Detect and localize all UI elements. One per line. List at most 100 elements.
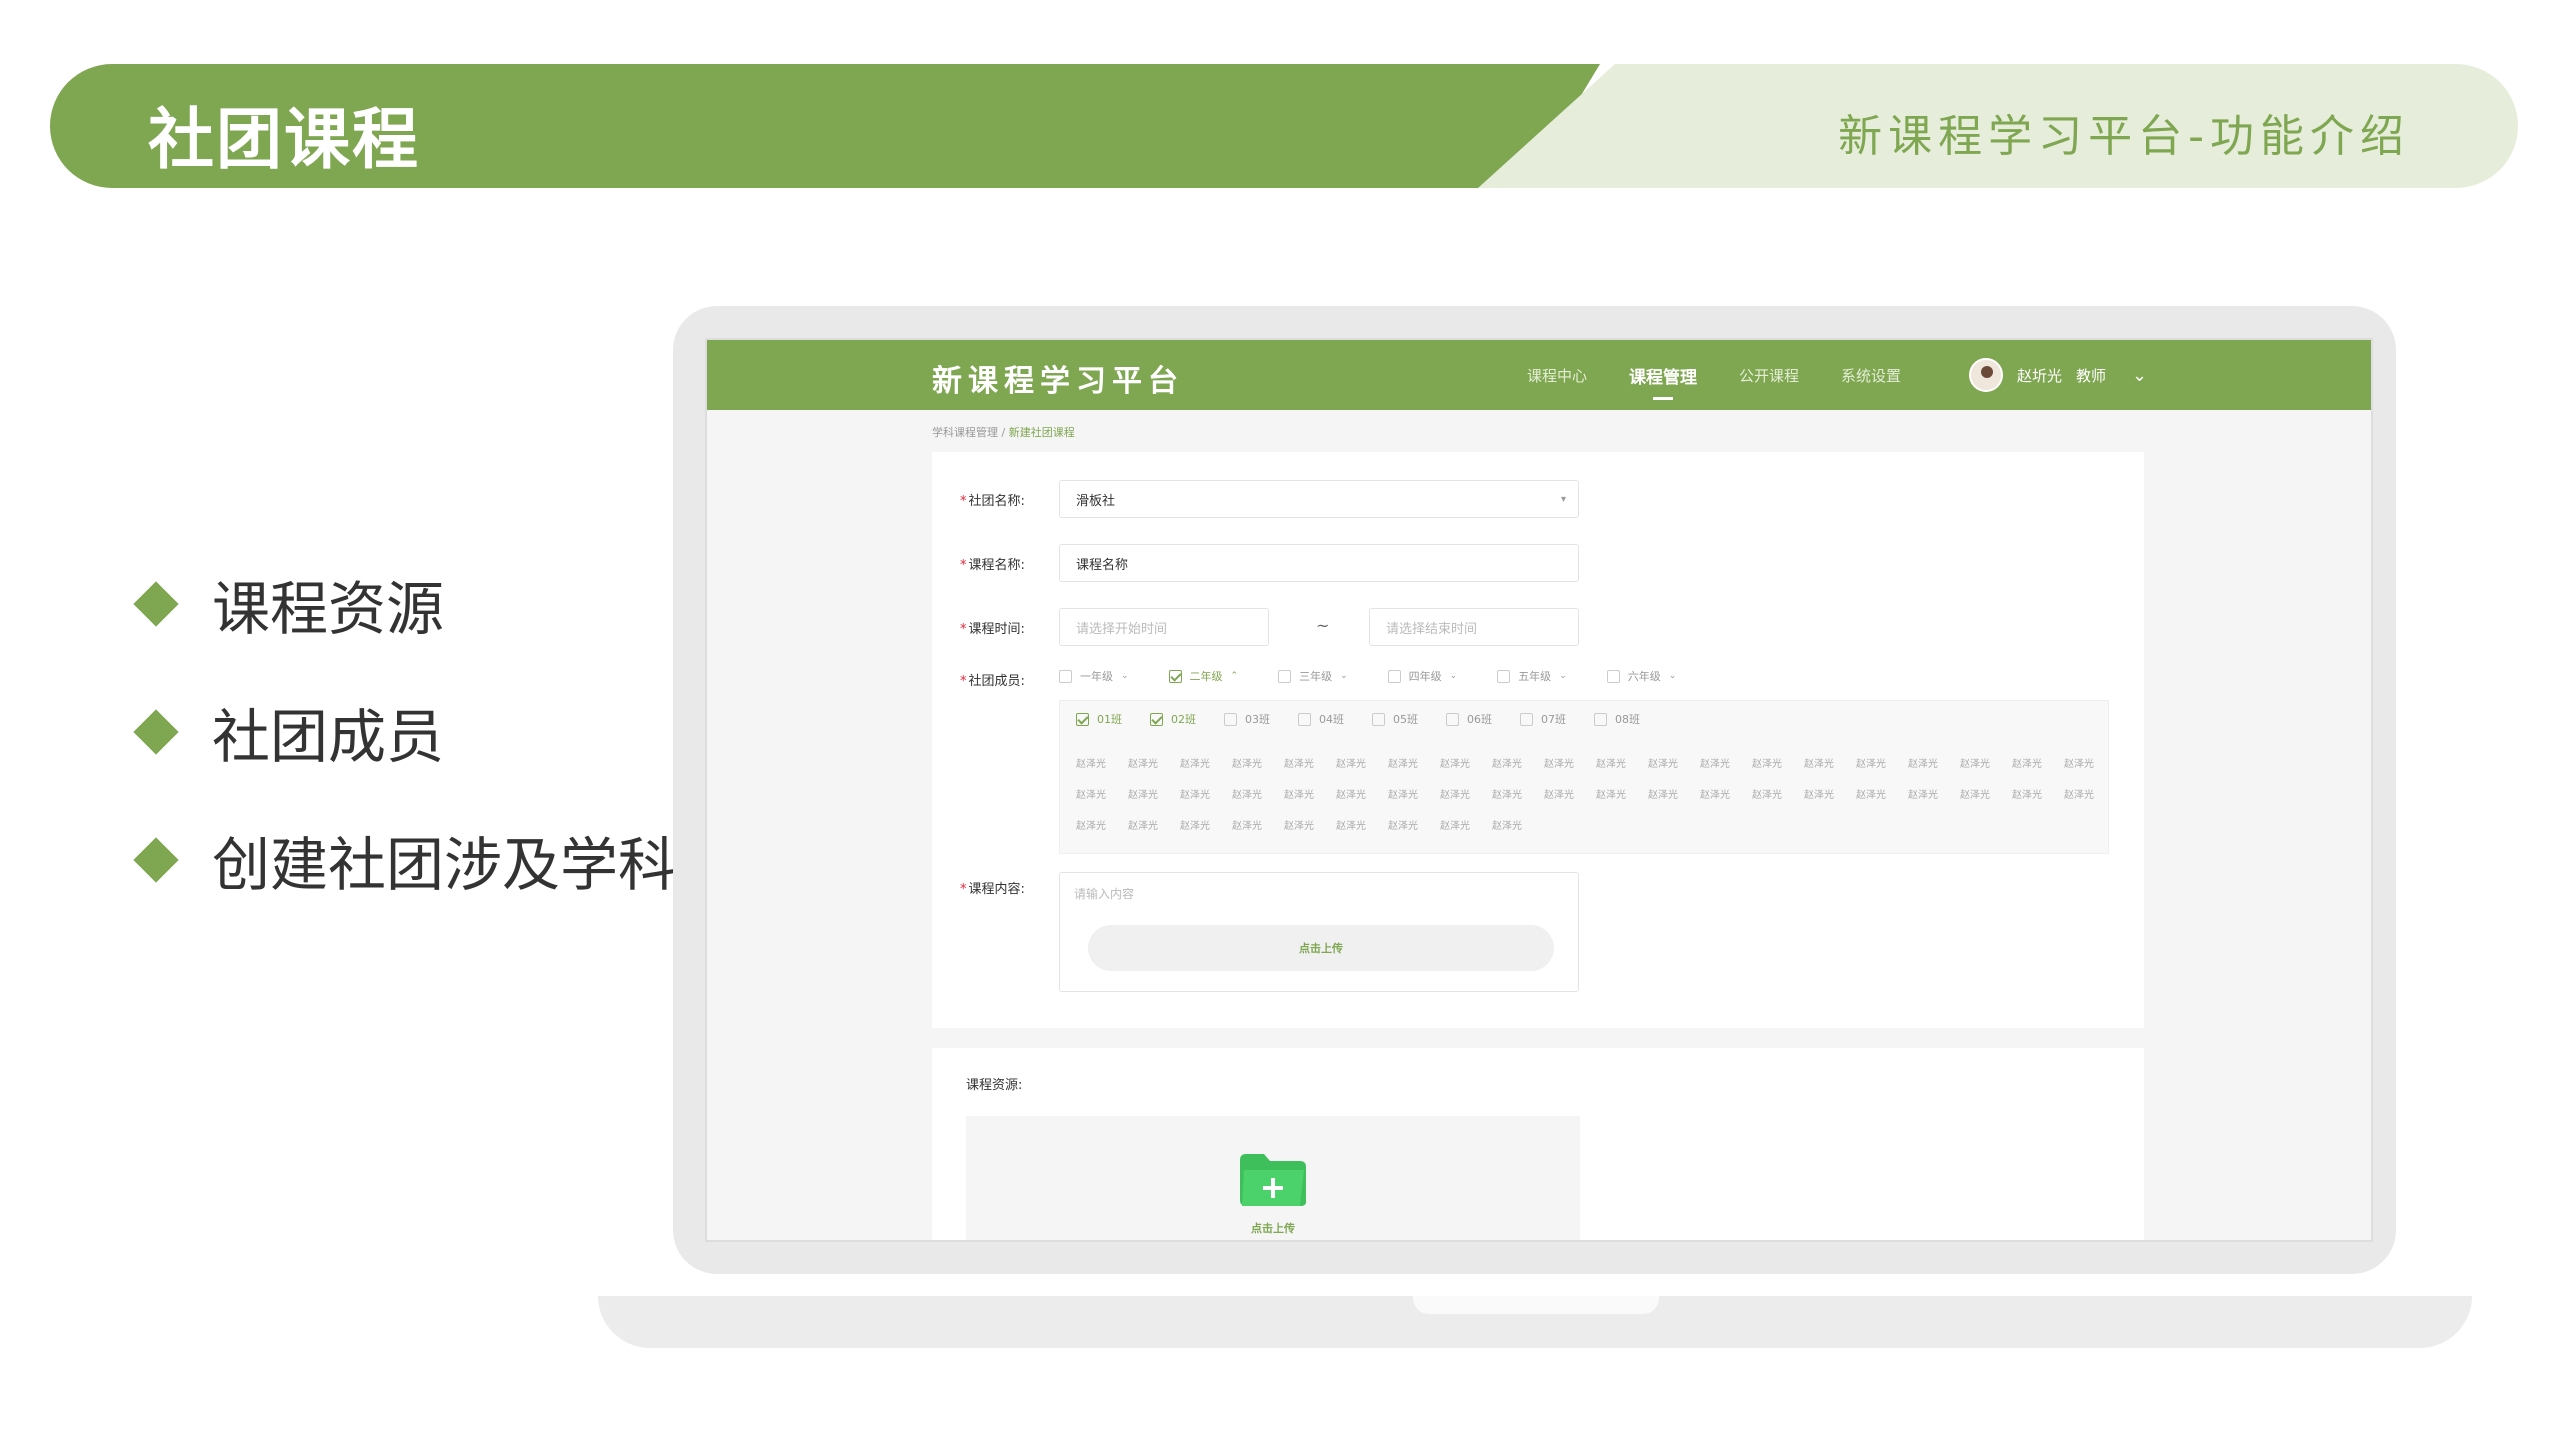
grade-checkbox[interactable]: 三年级 ⌄ xyxy=(1278,668,1348,684)
checkbox-icon[interactable] xyxy=(1372,712,1385,726)
member-name[interactable]: 赵泽光 xyxy=(1544,786,1596,817)
member-name[interactable]: 赵泽光 xyxy=(1440,786,1492,817)
member-name[interactable]: 赵泽光 xyxy=(1336,817,1388,848)
chevron-down-icon[interactable]: ⌄ xyxy=(1450,671,1458,681)
checkbox-icon[interactable] xyxy=(1059,669,1072,683)
nav-course-management[interactable]: 课程管理 xyxy=(1629,363,1697,400)
member-name[interactable]: 赵泽光 xyxy=(1960,786,2012,817)
class-checkbox[interactable]: 01班 xyxy=(1076,711,1122,727)
class-checkbox[interactable]: 06班 xyxy=(1446,711,1492,727)
checkbox-icon[interactable] xyxy=(1387,669,1401,683)
checkbox-icon[interactable] xyxy=(1594,712,1607,726)
member-name[interactable]: 赵泽光 xyxy=(1388,755,1440,786)
member-name[interactable]: 赵泽光 xyxy=(1700,786,1752,817)
member-name[interactable]: 赵泽光 xyxy=(1284,817,1336,848)
club-name-select[interactable]: 滑板社 ▾ xyxy=(1059,480,1579,518)
member-name[interactable]: 赵泽光 xyxy=(1180,817,1232,848)
checkbox-icon[interactable] xyxy=(1168,669,1182,683)
nav-public-courses[interactable]: 公开课程 xyxy=(1739,365,1799,386)
start-time-input[interactable]: 请选择开始时间 xyxy=(1059,608,1269,646)
class-checkbox[interactable]: 07班 xyxy=(1520,711,1566,727)
class-checkbox[interactable]: 04班 xyxy=(1298,711,1344,727)
chevron-up-icon[interactable]: ⌃ xyxy=(1231,671,1239,681)
member-name[interactable]: 赵泽光 xyxy=(1336,786,1388,817)
class-checkbox[interactable]: 02班 xyxy=(1150,711,1196,727)
member-name[interactable]: 赵泽光 xyxy=(1076,786,1128,817)
breadcrumb-parent[interactable]: 学科课程管理 / xyxy=(932,426,1009,439)
member-name[interactable]: 赵泽光 xyxy=(1232,755,1284,786)
member-name[interactable]: 赵泽光 xyxy=(1076,755,1128,786)
member-name[interactable]: 赵泽光 xyxy=(1752,755,1804,786)
class-checkbox[interactable]: 05班 xyxy=(1372,711,1418,727)
checkbox-icon[interactable] xyxy=(1150,712,1163,726)
member-name[interactable]: 赵泽光 xyxy=(1388,817,1440,848)
member-name[interactable]: 赵泽光 xyxy=(1804,786,1856,817)
grade-checkbox[interactable]: 五年级 ⌄ xyxy=(1497,668,1567,684)
member-name[interactable]: 赵泽光 xyxy=(2012,755,2064,786)
chevron-down-icon[interactable]: ⌄ xyxy=(1559,671,1567,681)
nav-system-settings[interactable]: 系统设置 xyxy=(1841,365,1901,386)
member-name[interactable]: 赵泽光 xyxy=(2012,786,2064,817)
class-label: 07班 xyxy=(1541,713,1566,726)
member-name[interactable]: 赵泽光 xyxy=(2064,786,2116,817)
chevron-down-icon[interactable]: ⌄ xyxy=(2132,365,2147,386)
member-name[interactable]: 赵泽光 xyxy=(1856,755,1908,786)
member-name[interactable]: 赵泽光 xyxy=(1076,817,1128,848)
checkbox-icon[interactable] xyxy=(1446,712,1459,726)
member-name[interactable]: 赵泽光 xyxy=(1804,755,1856,786)
member-name[interactable]: 赵泽光 xyxy=(1908,755,1960,786)
content-upload-button[interactable]: 点击上传 xyxy=(1088,925,1554,971)
checkbox-icon[interactable] xyxy=(1606,669,1620,683)
member-name[interactable]: 赵泽光 xyxy=(1492,755,1544,786)
nav-course-center[interactable]: 课程中心 xyxy=(1527,365,1587,386)
member-name[interactable]: 赵泽光 xyxy=(1648,755,1700,786)
grade-checkbox[interactable]: 二年级 ⌃ xyxy=(1168,668,1239,684)
member-name[interactable]: 赵泽光 xyxy=(1596,786,1648,817)
checkbox-icon[interactable] xyxy=(1497,669,1511,683)
member-name[interactable]: 赵泽光 xyxy=(1232,786,1284,817)
checkbox-icon[interactable] xyxy=(1224,712,1237,726)
grade-checkbox[interactable]: 一年级 ⌄ xyxy=(1059,668,1129,684)
checkbox-icon[interactable] xyxy=(1076,712,1089,726)
member-name[interactable]: 赵泽光 xyxy=(1752,786,1804,817)
member-name[interactable]: 赵泽光 xyxy=(1232,817,1284,848)
grade-checkbox[interactable]: 四年级 ⌄ xyxy=(1387,668,1458,684)
member-name[interactable]: 赵泽光 xyxy=(1700,755,1752,786)
member-name[interactable]: 赵泽光 xyxy=(1492,786,1544,817)
member-name[interactable]: 赵泽光 xyxy=(1648,786,1700,817)
checkbox-icon[interactable] xyxy=(1520,712,1533,726)
member-name[interactable]: 赵泽光 xyxy=(1284,786,1336,817)
class-checkbox[interactable]: 03班 xyxy=(1224,711,1270,727)
member-name[interactable]: 赵泽光 xyxy=(1908,786,1960,817)
member-name[interactable]: 赵泽光 xyxy=(1180,755,1232,786)
member-name[interactable]: 赵泽光 xyxy=(1180,786,1232,817)
member-name[interactable]: 赵泽光 xyxy=(1544,755,1596,786)
course-content-input[interactable]: 请输入内容 点击上传 xyxy=(1059,872,1579,992)
page-subtitle: 新课程学习平台-功能介绍 xyxy=(1838,111,2410,162)
checkbox-icon[interactable] xyxy=(1298,712,1311,726)
member-name[interactable]: 赵泽光 xyxy=(1596,755,1648,786)
course-name-input[interactable]: 课程名称 xyxy=(1059,544,1579,582)
breadcrumb-current: 新建社团课程 xyxy=(1008,426,1075,439)
chevron-down-icon[interactable]: ⌄ xyxy=(1669,671,1677,681)
chevron-down-icon[interactable]: ⌄ xyxy=(1121,671,1129,681)
member-name[interactable]: 赵泽光 xyxy=(1440,755,1492,786)
end-time-input[interactable]: 请选择结束时间 xyxy=(1369,608,1579,646)
member-name[interactable]: 赵泽光 xyxy=(1388,786,1440,817)
member-name[interactable]: 赵泽光 xyxy=(1492,817,1544,848)
member-name[interactable]: 赵泽光 xyxy=(1856,786,1908,817)
member-name[interactable]: 赵泽光 xyxy=(2064,755,2116,786)
member-name[interactable]: 赵泽光 xyxy=(1128,786,1180,817)
class-checkbox[interactable]: 08班 xyxy=(1594,711,1640,727)
member-name[interactable]: 赵泽光 xyxy=(1960,755,2012,786)
member-name[interactable]: 赵泽光 xyxy=(1336,755,1388,786)
resource-upload-area[interactable]: 点击上传 xyxy=(966,1116,1580,1240)
checkbox-icon[interactable] xyxy=(1278,669,1292,683)
chevron-down-icon[interactable]: ⌄ xyxy=(1340,671,1348,681)
user-menu[interactable]: 赵圻光 教师 ⌄ xyxy=(1969,358,2147,392)
member-name[interactable]: 赵泽光 xyxy=(1284,755,1336,786)
member-name[interactable]: 赵泽光 xyxy=(1128,755,1180,786)
member-name[interactable]: 赵泽光 xyxy=(1440,817,1492,848)
grade-checkbox[interactable]: 六年级 ⌄ xyxy=(1606,668,1677,684)
member-name[interactable]: 赵泽光 xyxy=(1128,817,1180,848)
